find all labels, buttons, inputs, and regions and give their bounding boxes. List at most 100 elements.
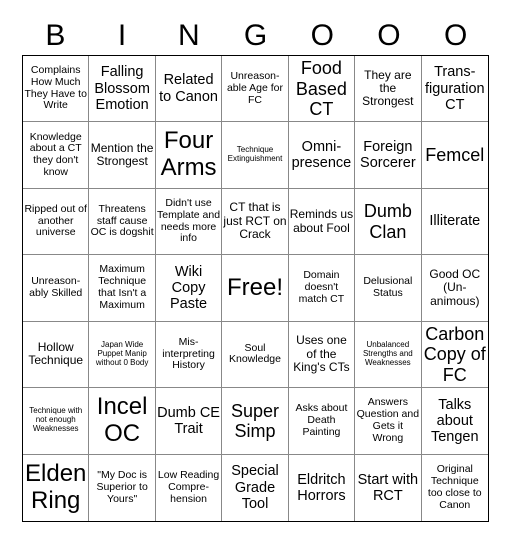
bingo-cell[interactable]: Good OC (Un-animous) (421, 255, 488, 322)
bingo-cell[interactable]: Maximum Technique that Isn't a Maximum (89, 255, 156, 322)
cell-text: Carbon Copy of FC (423, 324, 486, 385)
cell-text: Complains How Much They Have to Write (24, 64, 87, 112)
cell-text: Delusional Status (363, 275, 413, 299)
bingo-cell[interactable]: Threatens staff cause OC is dogshit (89, 188, 156, 256)
bingo-grid: Complains How Much They Have to Write Fal… (22, 55, 489, 522)
cell-text: Japan Wide Puppet Manip without 0 Body (95, 339, 149, 367)
bingo-cell[interactable]: Illiterate (421, 189, 488, 256)
cell-text: Special Grade Tool (231, 463, 279, 512)
bingo-cell[interactable]: Complains How Much They Have to Write (23, 56, 90, 123)
bingo-cell[interactable]: Food Based CT (288, 56, 356, 123)
bingo-cell[interactable]: Eldritch Horrors (289, 454, 356, 521)
bingo-cell[interactable]: Femcel (421, 122, 488, 189)
cell-text: Super Simp (230, 400, 280, 441)
bingo-cell[interactable]: Mention the Strongest (89, 122, 156, 189)
bingo-cell[interactable]: Reminds us about Fool (288, 188, 356, 256)
header-letter: I (117, 19, 127, 52)
bingo-cell[interactable]: Dumb Clan (355, 188, 422, 256)
free-space-cell[interactable]: Free! (222, 255, 289, 322)
bingo-cell[interactable]: Omni-presence (288, 122, 356, 189)
cell-text: Answers Question and Gets it Wrong (356, 396, 420, 444)
cell-text: CT that is just RCT on Crack (223, 200, 287, 242)
bingo-cell[interactable]: Soul Knowledge (222, 321, 289, 389)
cell-text: Soul Knowledge (229, 341, 281, 366)
bingo-cell[interactable]: Knowledge about a CT they don't know (23, 122, 90, 189)
cell-text: Incel OC (96, 392, 148, 447)
bingo-cell[interactable]: Elden Ring (23, 454, 90, 521)
cell-text: Food Based CT (295, 58, 347, 119)
cell-text: Omni-presence (291, 138, 352, 172)
cell-text: Talks about Tengen (430, 396, 479, 445)
bingo-cell[interactable]: Talks about Tengen (421, 388, 488, 455)
bingo-cell[interactable]: Incel OC (89, 388, 156, 455)
bingo-cell[interactable]: Start with RCT (355, 454, 422, 521)
bingo-cell[interactable]: Didn't use Template and needs more info (155, 188, 223, 256)
cell-text: Mention the Strongest (90, 140, 154, 169)
cell-text: Threatens staff cause OC is dogshit (90, 202, 154, 239)
cell-text: Unreason-able Age for FC (226, 70, 284, 106)
header-letter: O (377, 19, 401, 52)
bingo-cell[interactable]: Technique with not enough Weaknesses (23, 388, 90, 455)
bingo-cell[interactable]: Special Grade Tool (222, 454, 289, 521)
cell-text: Wiki Copy Paste (170, 263, 208, 313)
header-letter: O (310, 19, 334, 52)
cell-text: Good OC (Un-animous) (429, 266, 481, 308)
bingo-cell[interactable]: Low Reading Compre-hension (156, 454, 223, 521)
cell-text: Mis-interpreting History (162, 335, 215, 372)
cell-text: Dumb Clan (363, 201, 412, 242)
bingo-cell[interactable]: Carbon Copy of FC (421, 322, 488, 389)
cell-text: Dumb CE Trait (157, 404, 220, 437)
cell-text: Unreason-ably Skilled (29, 275, 83, 299)
bingo-cell[interactable]: Answers Question and Gets it Wrong (355, 388, 422, 455)
cell-text: Maximum Technique that Isn't a Maximum (98, 263, 147, 311)
cell-text: Related to Canon (159, 72, 218, 105)
bingo-cell[interactable]: Trans-figuration CT (421, 56, 488, 123)
bingo-cell[interactable]: Falling Blossom Emotion (89, 56, 156, 123)
cell-text: Domain doesn't match CT (298, 269, 345, 305)
cell-text: Low Reading Compre-hension (157, 469, 220, 505)
cell-text: Didn't use Template and needs more info (157, 197, 221, 245)
bingo-cell[interactable]: Ripped out of another universe (23, 188, 90, 256)
header-letter: N (177, 19, 200, 52)
bingo-cell[interactable]: Mis-interpreting History (155, 321, 223, 389)
cell-text: Eldritch Horrors (297, 471, 346, 504)
bingo-cell[interactable]: They are the Strongest (355, 56, 422, 123)
bingo-header: BINGOOO (22, 18, 489, 54)
cell-text: Reminds us about Fool (289, 207, 354, 235)
bingo-cell[interactable]: Technique Extinguishment (222, 122, 289, 189)
cell-text: Asks about Death Painting (295, 402, 348, 438)
bingo-cell[interactable]: Super Simp (222, 388, 289, 455)
cell-text: Technique Extinguishment (227, 145, 283, 164)
bingo-cell[interactable]: Uses one of the King's CTs (288, 321, 356, 389)
cell-text: Uses one of the King's CTs (293, 333, 350, 375)
bingo-cell[interactable]: Wiki Copy Paste (155, 255, 223, 322)
bingo-cell[interactable]: Unbalanced Strengths and Weaknesses (355, 321, 422, 389)
bingo-cell[interactable]: Unreason-able Age for FC (222, 56, 289, 123)
cell-text: Technique with not enough Weaknesses (29, 406, 83, 434)
header-letter: B (45, 19, 66, 52)
cell-text: They are the Strongest (362, 67, 414, 109)
bingo-cell[interactable]: Delusional Status (355, 255, 422, 322)
bingo-cell[interactable]: Japan Wide Puppet Manip without 0 Body (89, 321, 156, 389)
cell-text: Knowledge about a CT they don't know (29, 130, 82, 178)
bingo-cell[interactable]: Related to Canon (155, 56, 223, 123)
cell-text: Trans-figuration CT (424, 64, 485, 113)
header-letter: O (444, 19, 468, 52)
bingo-cell[interactable]: Original Technique too close to Canon (422, 455, 488, 521)
bingo-cell[interactable]: Domain doesn't match CT (288, 255, 356, 322)
cell-text: Femcel (425, 145, 485, 166)
bingo-cell[interactable]: Hollow Technique (23, 321, 90, 389)
cell-text: Free! (226, 273, 283, 301)
bingo-cell[interactable]: "My Doc is Superior to Yours" (89, 454, 156, 521)
bingo-cell[interactable]: Dumb CE Trait (155, 388, 223, 455)
bingo-cell[interactable]: CT that is just RCT on Crack (222, 188, 289, 256)
cell-text: "My Doc is Superior to Yours" (96, 469, 148, 505)
cell-text: Illiterate (429, 213, 481, 230)
bingo-cell[interactable]: Asks about Death Painting (288, 388, 356, 455)
cell-text: Original Technique too close to Canon (427, 463, 482, 511)
header-letter: G (243, 19, 268, 52)
bingo-cell[interactable]: Four Arms (155, 122, 223, 189)
cell-text: Unbalanced Strengths and Weaknesses (362, 339, 413, 367)
bingo-cell[interactable]: Unreason-ably Skilled (23, 255, 90, 322)
bingo-cell[interactable]: Foreign Sorcerer (355, 122, 422, 189)
